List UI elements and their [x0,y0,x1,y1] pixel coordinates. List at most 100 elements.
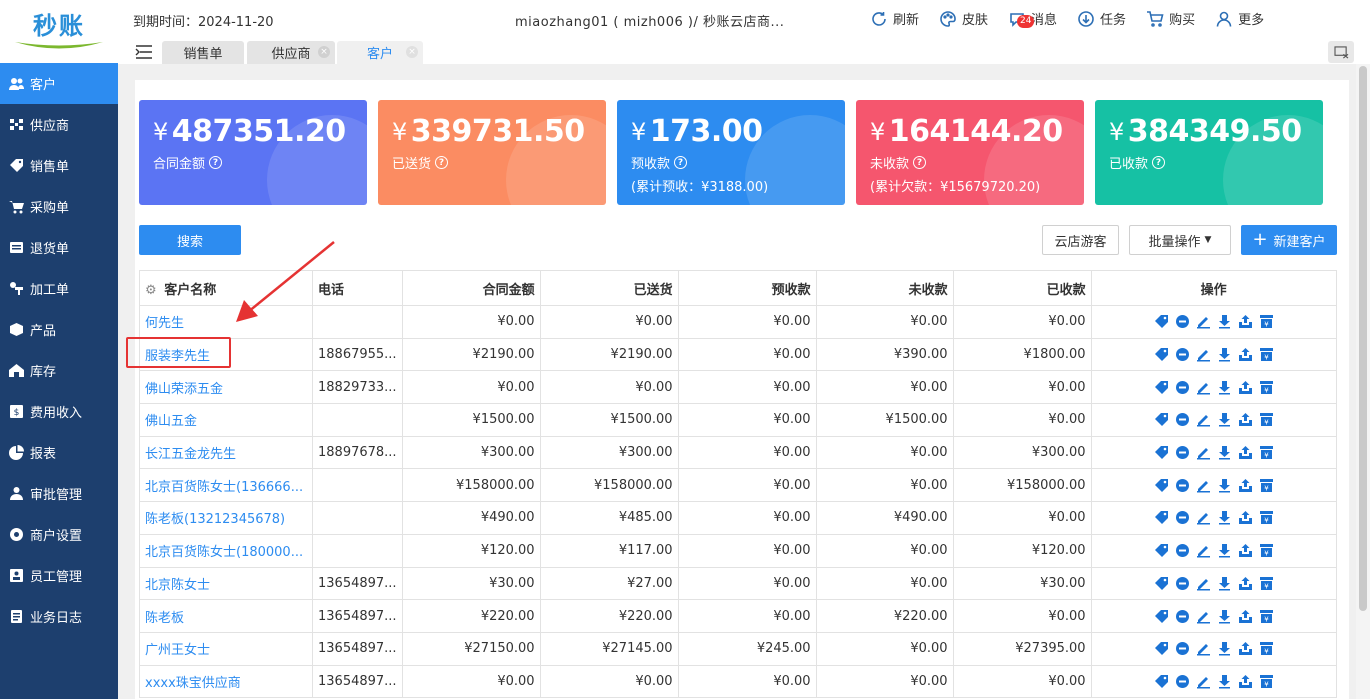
minus-circle-icon[interactable] [1175,380,1190,395]
tag-op-icon[interactable] [1154,674,1169,689]
customer-name-cell[interactable]: 陈老板 [139,599,313,633]
minus-circle-icon[interactable] [1175,543,1190,558]
tag-op-icon[interactable] [1154,641,1169,656]
download-icon[interactable] [1217,380,1232,395]
customer-name-cell[interactable]: xxxx珠宝供应商 [139,664,313,699]
tab-customer[interactable]: 客户 × [337,41,423,64]
tag-op-icon[interactable] [1154,380,1169,395]
customer-name-link[interactable]: 北京百货陈女士(180000... [145,545,303,560]
fullscreen-button[interactable] [1328,41,1354,63]
customer-name-link[interactable]: 北京陈女士 [145,578,210,593]
archive-icon[interactable]: ¥ [1259,314,1274,329]
search-button[interactable]: 搜索 [139,225,241,255]
question-icon[interactable]: ? [913,156,927,169]
customer-name-cell[interactable]: 广州王女士 [139,631,313,666]
minus-circle-icon[interactable] [1175,641,1190,656]
archive-icon[interactable]: ¥ [1259,576,1274,591]
archive-icon[interactable]: ¥ [1259,510,1274,525]
upload-tray-icon[interactable] [1238,641,1253,656]
messages-button[interactable]: 24 消息 [1008,9,1057,28]
customer-name-cell[interactable]: 佛山五金 [139,403,313,437]
customer-name-cell[interactable]: 北京陈女士 [139,566,313,601]
archive-icon[interactable]: ¥ [1259,674,1274,689]
sidebar-item-3[interactable]: 采购单 [0,186,118,227]
upload-tray-icon[interactable] [1238,510,1253,525]
archive-icon[interactable]: ¥ [1259,380,1274,395]
scrollbar-thumb[interactable] [1359,66,1367,611]
tag-op-icon[interactable] [1154,347,1169,362]
upload-tray-icon[interactable] [1238,478,1253,493]
minus-circle-icon[interactable] [1175,576,1190,591]
skin-button[interactable]: 皮肤 [939,9,988,28]
tag-op-icon[interactable] [1154,314,1169,329]
tag-op-icon[interactable] [1154,543,1169,558]
sidebar-item-6[interactable]: 产品 [0,309,118,350]
minus-circle-icon[interactable] [1175,445,1190,460]
customer-name-link[interactable]: xxxx珠宝供应商 [145,676,241,691]
customer-name-cell[interactable]: 北京百货陈女士(136666... [139,468,313,503]
sidebar-item-13[interactable]: 业务日志 [0,596,118,637]
minus-circle-icon[interactable] [1175,314,1190,329]
cloud-guest-button[interactable]: 云店游客 [1042,225,1119,255]
new-customer-button[interactable]: + 新建客户 [1241,225,1337,255]
download-icon[interactable] [1217,347,1232,362]
edit-icon[interactable] [1196,412,1211,427]
archive-icon[interactable]: ¥ [1259,543,1274,558]
menu-toggle-icon[interactable] [135,44,153,60]
question-icon[interactable]: ? [209,156,223,169]
close-icon[interactable]: × [406,46,418,58]
archive-icon[interactable]: ¥ [1259,412,1274,427]
upload-tray-icon[interactable] [1238,445,1253,460]
sidebar-item-2[interactable]: 销售单 [0,145,118,186]
question-icon[interactable]: ? [674,156,688,169]
edit-icon[interactable] [1196,674,1211,689]
download-icon[interactable] [1217,641,1232,656]
upload-tray-icon[interactable] [1238,412,1253,427]
edit-icon[interactable] [1196,478,1211,493]
question-icon[interactable]: ? [435,156,449,169]
sidebar-item-4[interactable]: 退货单 [0,227,118,268]
download-icon[interactable] [1217,510,1232,525]
customer-name-link[interactable]: 佛山荣添五金 [145,382,223,397]
minus-circle-icon[interactable] [1175,510,1190,525]
tasks-button[interactable]: 任务 [1077,9,1126,28]
customer-name-link[interactable]: 广州王女士 [145,643,210,658]
tag-op-icon[interactable] [1154,576,1169,591]
upload-tray-icon[interactable] [1238,347,1253,362]
tag-op-icon[interactable] [1154,478,1169,493]
customer-name-cell[interactable]: 长江五金龙先生 [139,435,313,470]
download-icon[interactable] [1217,543,1232,558]
edit-icon[interactable] [1196,314,1211,329]
download-icon[interactable] [1217,576,1232,591]
download-icon[interactable] [1217,412,1232,427]
customer-name-cell[interactable]: 陈老板(13212345678) [139,501,313,535]
sidebar-item-9[interactable]: 报表 [0,432,118,473]
tab-sales-order[interactable]: 销售单 [162,41,244,64]
sidebar-item-5[interactable]: 加工单 [0,268,118,309]
minus-circle-icon[interactable] [1175,478,1190,493]
question-icon[interactable]: ? [1152,156,1166,169]
upload-tray-icon[interactable] [1238,576,1253,591]
sidebar-item-12[interactable]: 员工管理 [0,555,118,596]
customer-name-link[interactable]: 佛山五金 [145,414,197,429]
vertical-scrollbar[interactable] [1356,64,1370,699]
sidebar-item-7[interactable]: 库存 [0,350,118,391]
minus-circle-icon[interactable] [1175,347,1190,362]
tab-supplier[interactable]: 供应商 × [247,41,335,64]
batch-operation-button[interactable]: 批量操作 ▼ [1129,225,1231,255]
refresh-button[interactable]: 刷新 [870,9,919,28]
customer-name-cell[interactable]: 服装李先生 [139,337,313,372]
column-header-name[interactable]: ⚙ 客户名称 [139,270,313,306]
archive-icon[interactable]: ¥ [1259,478,1274,493]
sidebar-item-0[interactable]: 客户 [0,63,118,104]
tag-op-icon[interactable] [1154,609,1169,624]
upload-tray-icon[interactable] [1238,674,1253,689]
edit-icon[interactable] [1196,609,1211,624]
upload-tray-icon[interactable] [1238,609,1253,624]
buy-button[interactable]: 购买 [1146,9,1195,28]
archive-icon[interactable]: ¥ [1259,641,1274,656]
archive-icon[interactable]: ¥ [1259,347,1274,362]
customer-name-cell[interactable]: 何先生 [139,305,313,339]
download-icon[interactable] [1217,445,1232,460]
more-button[interactable]: 更多 [1215,9,1264,28]
